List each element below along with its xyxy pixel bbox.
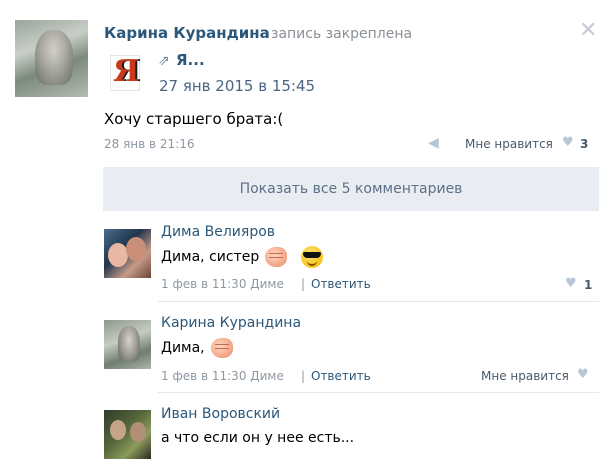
sunglasses-emoji-icon	[301, 246, 324, 268]
like-count: 3	[580, 137, 589, 151]
heart-icon[interactable]: ♥	[577, 367, 589, 382]
post-text: Хочу старшего брата:(	[104, 110, 284, 128]
comment-text: Дима, систер	[161, 249, 260, 265]
reply-link[interactable]: Ответить	[311, 369, 371, 383]
comment-text-row: Дима,	[161, 338, 233, 358]
comment-date[interactable]: 1 фев в 11:30 Диме	[161, 277, 284, 291]
comment-date[interactable]: 1 фев в 11:30 Диме	[161, 369, 284, 383]
meta-separator: |	[301, 369, 306, 383]
heart-icon[interactable]: ♥	[562, 135, 574, 150]
pinned-label: запись закреплена	[271, 26, 413, 42]
share-arrow-icon: ⇗	[158, 53, 170, 69]
show-all-comments-label: Показать все 5 комментариев	[239, 181, 463, 197]
heart-icon[interactable]: ♥	[565, 276, 577, 291]
show-all-comments-button[interactable]: Показать все 5 комментариев	[103, 167, 599, 211]
like-label[interactable]: Мне нравится	[465, 137, 553, 151]
megaphone-icon[interactable]: ◀	[428, 135, 439, 151]
comment-avatar[interactable]	[104, 229, 151, 278]
fist-emoji-icon	[265, 247, 288, 267]
comment-text: Дима,	[161, 340, 205, 356]
reply-link[interactable]: Ответить	[311, 277, 371, 291]
close-icon[interactable]: ✕	[579, 18, 597, 43]
like-count: 1	[584, 278, 593, 292]
comment-text: а что если он у нее есть...	[161, 430, 355, 446]
repost-title[interactable]: Я...	[176, 51, 205, 69]
comment-author[interactable]: Карина Курандина	[161, 315, 301, 331]
comment-avatar[interactable]	[104, 320, 151, 369]
author-avatar[interactable]	[15, 20, 88, 97]
fist-emoji-icon	[210, 338, 233, 358]
comment-author[interactable]: Иван Воровский	[161, 406, 280, 422]
post-date[interactable]: 28 янв в 21:16	[104, 137, 195, 151]
comment-text-row: Дима, систер	[161, 246, 324, 268]
divider	[158, 301, 599, 302]
like-label[interactable]: Мне нравится	[481, 369, 569, 383]
repost-date[interactable]: 27 янв 2015 в 15:45	[159, 77, 315, 95]
meta-separator: |	[301, 277, 306, 291]
comment-author[interactable]: Дима Велияров	[161, 224, 275, 240]
comment-avatar[interactable]	[104, 410, 151, 459]
repost-thumbnail[interactable]: Я	[110, 54, 140, 91]
post-author-name[interactable]: Карина Курандина	[104, 24, 270, 42]
divider	[158, 392, 599, 393]
